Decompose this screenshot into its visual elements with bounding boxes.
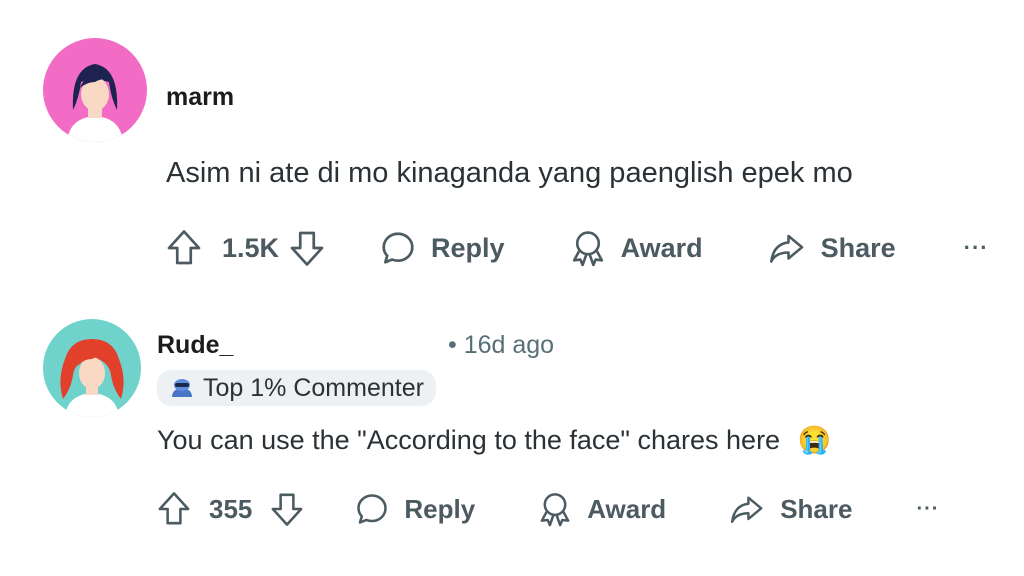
avatar-icon [43,38,147,142]
reply-label: Reply [404,493,476,524]
comment-bubble-icon [382,232,414,264]
comment-bubble-icon [357,494,388,524]
downvote-icon [271,493,303,526]
downvote-button[interactable] [270,490,304,528]
more-options-button[interactable]: ··· [916,498,939,521]
share-icon [731,496,763,523]
comment-body: Asim ni ate di mo kinaganda yang paengli… [166,157,853,189]
user-avatar[interactable] [43,319,141,417]
award-label: Award [620,232,703,263]
upvote-icon [158,492,190,525]
avatar-icon [43,319,141,417]
comment-timestamp: • 16d ago [448,331,555,359]
reply-label: Reply [431,232,505,263]
reply-button[interactable]: Reply [354,491,475,527]
comment-actions: 1.5K Reply Award Share ··· [166,226,989,270]
award-button[interactable]: Award [569,228,703,268]
share-label: Share [820,232,896,263]
loudly-crying-emoji: 😭 [797,425,832,455]
upvote-button[interactable] [166,228,202,268]
comment-username[interactable]: Rude_ [157,331,233,360]
commenter-badge-icon [172,379,192,397]
user-avatar[interactable] [43,38,147,142]
more-options-button[interactable]: ··· [964,235,989,261]
vote-count: 355 [209,493,253,524]
comment-body: You can use the "According to the face" … [157,424,831,456]
comment-actions: 355 Reply Award Share ··· [157,488,939,530]
vote-count: 1.5K [222,232,280,263]
share-button[interactable]: Share [767,230,896,266]
award-icon [540,493,570,527]
badge-label: Top 1% Commenter [203,373,424,402]
comment-body-text: You can use the "According to the face" … [157,425,781,455]
upvote-icon [167,230,201,265]
share-icon [769,234,803,263]
comment-username[interactable]: marm [166,83,234,112]
award-label: Award [587,493,667,524]
top-commenter-badge: Top 1% Commenter [157,370,436,406]
downvote-icon [290,231,324,266]
award-icon [572,231,603,267]
reply-button[interactable]: Reply [379,229,505,267]
share-label: Share [780,493,853,524]
downvote-button[interactable] [289,228,325,268]
award-button[interactable]: Award [537,490,666,528]
share-button[interactable]: Share [728,492,852,526]
upvote-button[interactable] [157,490,191,528]
